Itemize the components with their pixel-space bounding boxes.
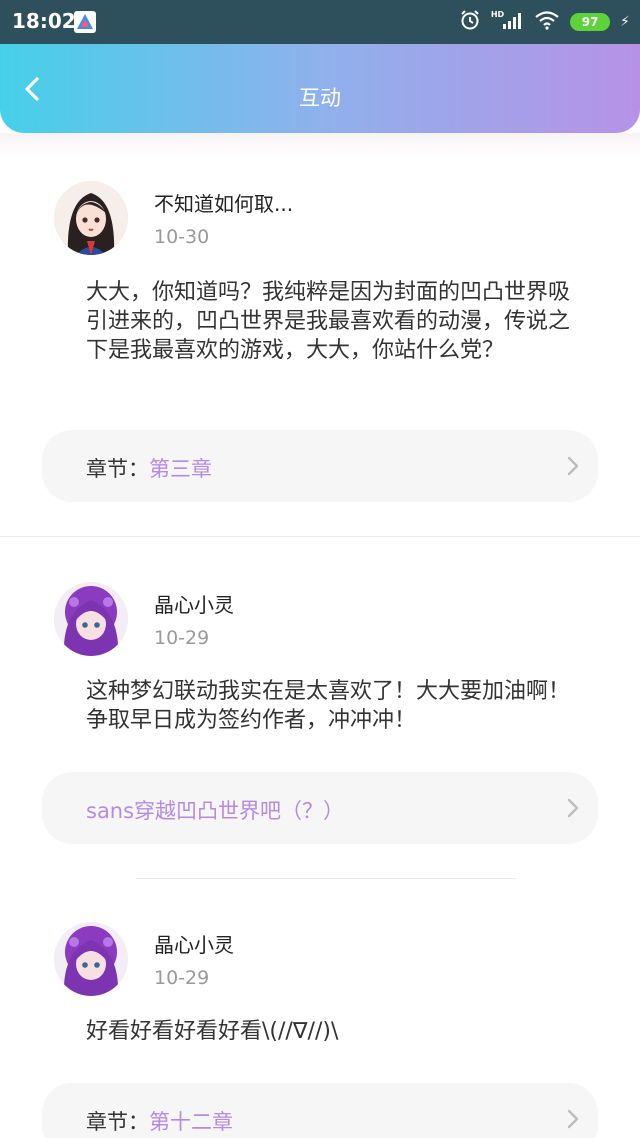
app-notification-icon: [74, 11, 96, 33]
chapter-link[interactable]: sans穿越凹凸世界吧（？）: [42, 772, 598, 844]
header-shadow: [0, 133, 640, 157]
chapter-prefix: 章节：: [86, 457, 149, 481]
divider: [136, 878, 516, 879]
chevron-right-icon: [567, 1109, 579, 1129]
avatar[interactable]: [54, 181, 128, 255]
battery-level: 97: [581, 15, 599, 29]
page-title: 互动: [299, 86, 341, 110]
chapter-link[interactable]: 章节：第三章: [42, 430, 598, 502]
username[interactable]: 不知道如何取...: [154, 188, 293, 217]
chapter-name: sans穿越凹凸世界吧（？）: [86, 799, 345, 823]
comment-date: 10-29: [154, 967, 210, 989]
chapter-name: 第十二章: [149, 1110, 233, 1134]
chapter-label: 章节：第三章: [86, 453, 212, 483]
chevron-right-icon: [567, 456, 579, 476]
username[interactable]: 晶心小灵: [154, 929, 234, 958]
chapter-prefix: 章节：: [86, 1110, 149, 1134]
chapter-name: 第三章: [149, 457, 212, 481]
username[interactable]: 晶心小灵: [154, 589, 234, 618]
avatar[interactable]: [54, 582, 128, 656]
network-type: HD: [490, 9, 505, 19]
comment-date: 10-30: [154, 226, 210, 248]
comment-content: 好看好看好看好看\(//∇//)\: [86, 1019, 339, 1044]
chevron-right-icon: [567, 798, 579, 818]
status-bar: 18:02 HD 97 ⚡: [0, 0, 640, 44]
signal-icon: [502, 11, 524, 33]
comment-content: 这种梦幻联动我实在是太喜欢了！大大要加油啊！争取早日成为签约作者，冲冲冲！: [86, 679, 571, 733]
page-header: 互动: [0, 44, 640, 133]
divider: [0, 536, 640, 537]
comment-date: 10-29: [154, 627, 210, 649]
avatar[interactable]: [54, 922, 128, 996]
wifi-icon: [534, 10, 560, 34]
charging-icon: ⚡: [620, 14, 630, 30]
chapter-link[interactable]: 章节：第十二章: [42, 1083, 598, 1138]
chapter-label: 章节：第十二章: [86, 1106, 233, 1136]
alarm-icon: [459, 9, 481, 35]
status-time: 18:02: [12, 9, 76, 33]
comment-content: 大大，你知道吗？我纯粹是因为封面的凹凸世界吸引进来的，凹凸世界是我最喜欢看的动漫…: [86, 280, 571, 363]
battery-indicator: 97: [570, 13, 611, 31]
